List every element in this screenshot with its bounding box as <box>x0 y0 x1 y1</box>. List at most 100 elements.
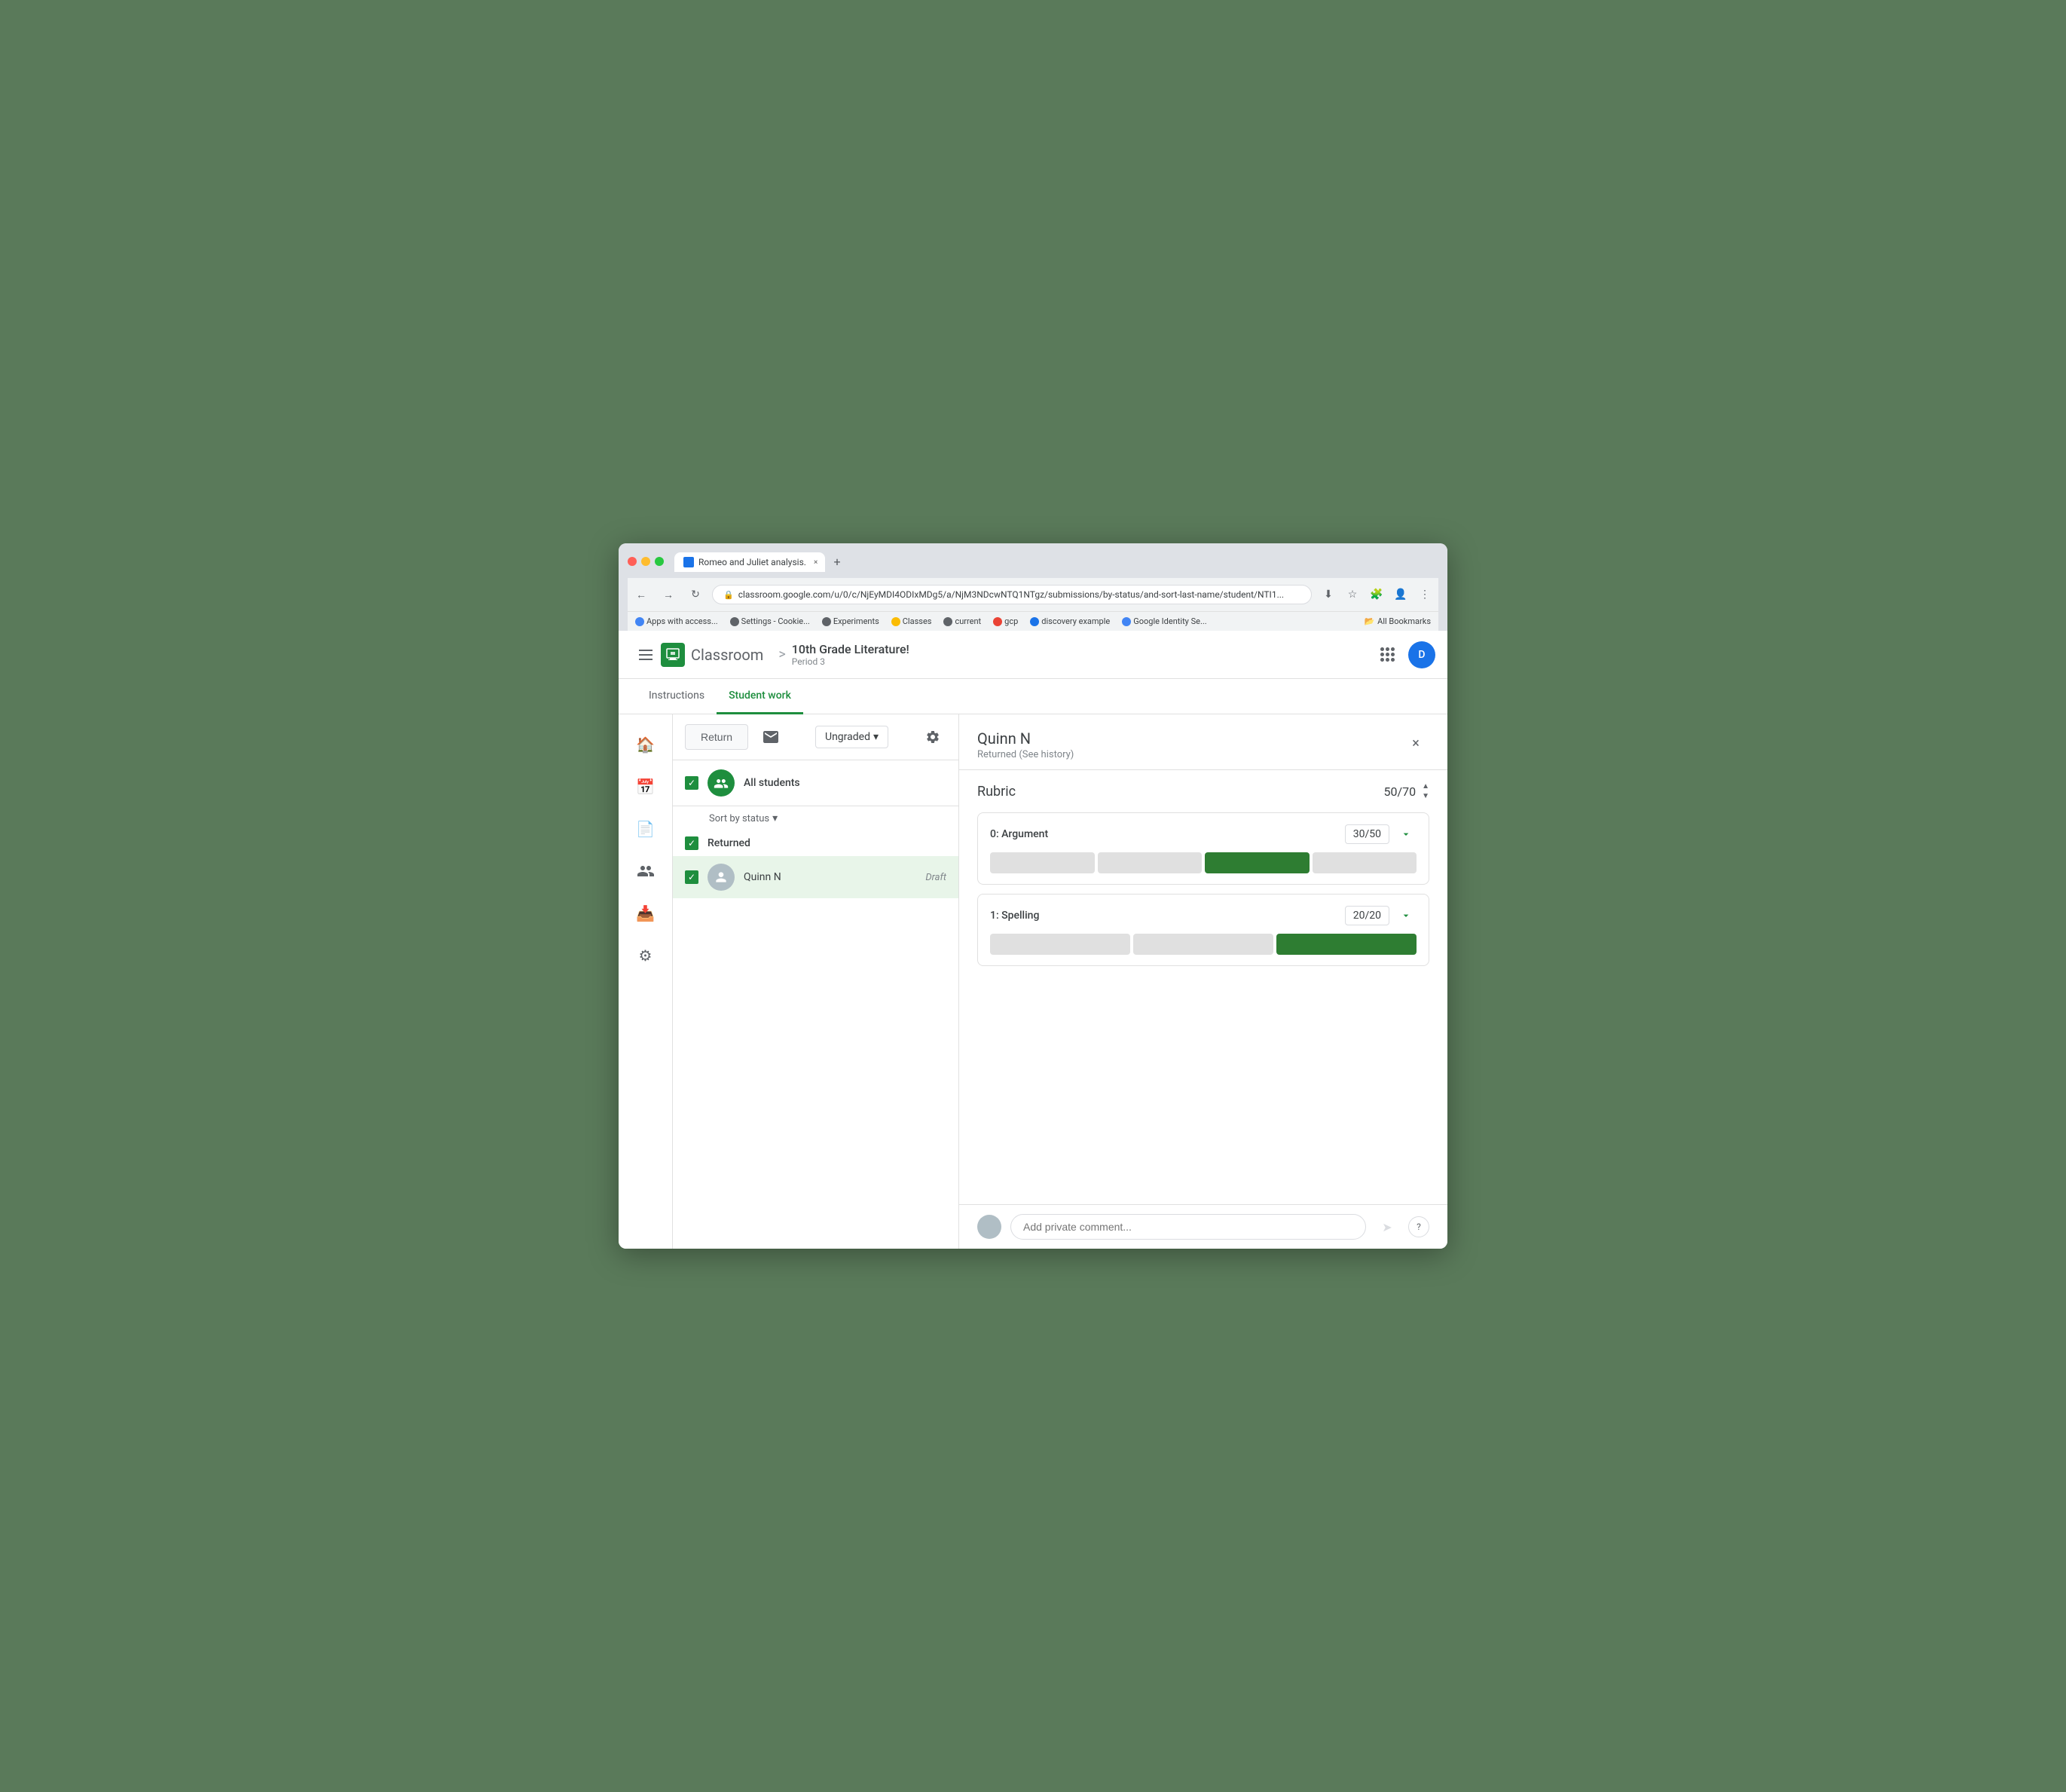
course-period: Period 3 <box>792 656 1372 667</box>
maximize-traffic-light[interactable] <box>655 557 664 566</box>
criterion-score-box[interactable]: 30/50 <box>1345 824 1389 844</box>
bookmark-label: Classes <box>903 616 932 626</box>
rating-bars-spelling <box>990 934 1417 955</box>
sidenav-calendar[interactable]: 📅 <box>628 769 664 805</box>
rating-bar[interactable] <box>990 934 1130 955</box>
all-students-label: All students <box>744 777 800 789</box>
sidenav-settings[interactable]: ⚙ <box>628 937 664 974</box>
returned-section-checkbox[interactable]: ✓ <box>685 836 698 850</box>
traffic-lights <box>628 557 664 566</box>
close-detail-button[interactable]: × <box>1402 729 1429 757</box>
bookmark-gcp[interactable]: gcp <box>989 615 1022 628</box>
score-down-icon[interactable]: ▼ <box>1422 792 1429 800</box>
bookmark-apps[interactable]: Apps with access... <box>631 615 723 628</box>
bookmark-label: current <box>955 616 981 626</box>
sidenav-home[interactable]: 🏠 <box>628 726 664 763</box>
all-students-checkbox[interactable]: ✓ <box>685 776 698 790</box>
forward-button[interactable]: → <box>658 584 679 605</box>
bookmark-favicon <box>730 617 739 626</box>
sidenav-people[interactable] <box>628 853 664 889</box>
send-button[interactable]: ➤ <box>1375 1215 1399 1239</box>
sort-dropdown-icon[interactable]: ▾ <box>772 812 778 824</box>
bookmark-favicon <box>891 617 900 626</box>
help-button[interactable]: ? <box>1408 1216 1429 1237</box>
rubric-title: Rubric <box>977 784 1016 800</box>
bookmark-favicon <box>943 617 952 626</box>
address-bar[interactable]: 🔒 classroom.google.com/u/0/c/NjEyMDI4ODI… <box>712 585 1312 604</box>
rating-bar[interactable] <box>990 852 1095 873</box>
bookmark-favicon <box>822 617 831 626</box>
sort-row: Sort by status ▾ <box>673 806 958 830</box>
settings-button[interactable] <box>919 723 946 751</box>
criterion-argument-name: 0: Argument <box>990 828 1048 840</box>
browser-window: Romeo and Juliet analysis. × + ← → ↻ 🔒 c… <box>619 543 1447 1249</box>
tab-favicon <box>683 557 694 567</box>
main-layout: 🏠 📅 📄 📥 ⚙ Return <box>619 714 1447 1249</box>
rating-bar-selected[interactable] <box>1205 852 1310 873</box>
refresh-button[interactable]: ↻ <box>685 584 706 605</box>
download-icon[interactable]: ⬇ <box>1318 584 1339 605</box>
menu-icon[interactable]: ⋮ <box>1414 584 1435 605</box>
sort-label[interactable]: Sort by status <box>709 813 769 824</box>
criterion-spelling-expand[interactable] <box>1395 905 1417 926</box>
email-button[interactable] <box>757 723 784 751</box>
breadcrumb-separator: > <box>778 647 785 662</box>
sidenav-inbox[interactable]: 📥 <box>628 895 664 931</box>
app-name: Classroom <box>691 646 763 664</box>
student-row[interactable]: ✓ Quinn N Draft <box>673 856 958 898</box>
user-avatar[interactable]: D <box>1408 641 1435 668</box>
criterion-spelling-header: 1: Spelling 20/20 <box>990 905 1417 926</box>
comment-input[interactable] <box>1010 1214 1366 1240</box>
student-panel-toolbar: Return Ungraded ▾ <box>673 714 958 760</box>
tabs-bar: Instructions Student work <box>619 679 1447 714</box>
classroom-svg <box>665 647 680 662</box>
close-traffic-light[interactable] <box>628 557 637 566</box>
bookmark-classes[interactable]: Classes <box>887 615 937 628</box>
student-checkbox[interactable]: ✓ <box>685 870 698 884</box>
extensions-icon[interactable]: 🧩 <box>1366 584 1387 605</box>
bookmark-favicon <box>1030 617 1039 626</box>
all-bookmarks[interactable]: 📂 All Bookmarks <box>1359 616 1435 626</box>
criterion-argument-expand[interactable] <box>1395 824 1417 845</box>
bookmark-discovery[interactable]: discovery example <box>1025 615 1114 628</box>
browser-chrome: Romeo and Juliet analysis. × + ← → ↻ 🔒 c… <box>619 543 1447 631</box>
hamburger-button[interactable] <box>631 640 661 670</box>
sidenav-files[interactable]: 📄 <box>628 811 664 847</box>
student-detail-status: Returned (See history) <box>977 749 1074 760</box>
bookmark-current[interactable]: current <box>939 615 986 628</box>
return-button[interactable]: Return <box>685 724 748 750</box>
rating-bar[interactable] <box>1098 852 1203 873</box>
student-detail-info: Quinn N Returned (See history) <box>977 729 1074 760</box>
google-apps-button[interactable] <box>1372 640 1402 670</box>
score-arrows[interactable]: ▲ ▼ <box>1422 782 1429 800</box>
classroom-icon <box>661 643 685 667</box>
score-up-icon[interactable]: ▲ <box>1422 782 1429 790</box>
new-tab-button[interactable]: + <box>827 551 848 572</box>
rating-bar[interactable] <box>1133 934 1273 955</box>
rubric-header: Rubric 50/70 ▲ ▼ <box>977 782 1429 800</box>
tab-instructions[interactable]: Instructions <box>637 679 717 714</box>
student-status: Draft <box>925 872 946 883</box>
grade-dropdown[interactable]: Ungraded ▾ <box>815 726 888 748</box>
tab-student-work[interactable]: Student work <box>717 679 803 714</box>
section-label-returned: Returned <box>708 837 750 849</box>
student-name: Quinn N <box>744 871 781 883</box>
comment-section: ➤ ? <box>959 1204 1447 1249</box>
minimize-traffic-light[interactable] <box>641 557 650 566</box>
section-header-returned: ✓ Returned <box>673 830 958 856</box>
detail-panel: Quinn N Returned (See history) × Rubric … <box>959 714 1447 1249</box>
back-button[interactable]: ← <box>631 584 652 605</box>
bookmark-settings[interactable]: Settings - Cookie... <box>726 615 814 628</box>
bookmark-icon[interactable]: ☆ <box>1342 584 1363 605</box>
tab-close-btn[interactable]: × <box>814 558 818 567</box>
criterion-score-box[interactable]: 20/20 <box>1345 906 1389 925</box>
profile-icon[interactable]: 👤 <box>1390 584 1411 605</box>
active-browser-tab[interactable]: Romeo and Juliet analysis. × <box>674 552 825 572</box>
tab-bar: Romeo and Juliet analysis. × + <box>674 551 1438 572</box>
rating-bar[interactable] <box>1313 852 1417 873</box>
bookmark-google-identity[interactable]: Google Identity Se... <box>1117 615 1211 628</box>
course-name: 10th Grade Literature! <box>792 642 1372 656</box>
side-nav: 🏠 📅 📄 📥 ⚙ <box>619 714 673 1249</box>
rating-bar-selected[interactable] <box>1276 934 1417 955</box>
bookmark-experiments[interactable]: Experiments <box>818 615 884 628</box>
